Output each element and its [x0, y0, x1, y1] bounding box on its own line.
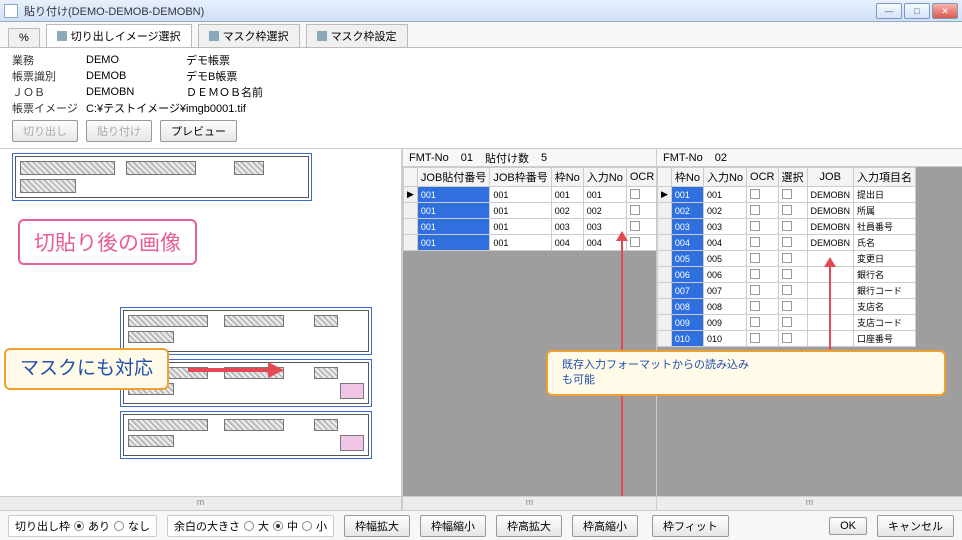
info-value: DEMOB [86, 70, 186, 82]
grid-2[interactable]: 枠No入力NoOCR選択JOB入力項目名▶001001DEMOBN提出日0020… [657, 167, 916, 347]
table-row[interactable]: 001001002002所属 [404, 203, 657, 219]
cancel-button[interactable]: キャンセル [877, 515, 954, 537]
table-row[interactable]: ▶001001DEMOBN提出日 [658, 187, 916, 203]
tab-mask-select[interactable]: マスク枠選択 [198, 24, 300, 47]
bottom-bar: 切り出し枠 あり なし 余白の大きさ 大 中 小 枠幅拡大 枠幅縮小 枠高拡大 … [0, 510, 962, 540]
info-label: ＪＯＢ [12, 84, 86, 100]
fmt-no: 01 [461, 152, 473, 164]
group-label: 切り出し枠 [15, 518, 70, 534]
margin-group: 余白の大きさ 大 中 小 [167, 515, 334, 537]
radio-no-frame[interactable] [114, 521, 124, 531]
info-value: ＤＥＭＯＢ名前 [186, 84, 263, 100]
frame-height-enlarge-button[interactable]: 枠高拡大 [496, 515, 562, 537]
cut-button[interactable]: 切り出し [12, 120, 78, 142]
callout-mask: マスクにも対応 [4, 348, 169, 390]
info-value: デモ帳票 [186, 52, 230, 68]
frame-width-shrink-button[interactable]: 枠幅縮小 [420, 515, 486, 537]
radio-large[interactable] [244, 521, 254, 531]
scrollbar[interactable]: m [0, 496, 401, 510]
radio-has-frame[interactable] [74, 521, 84, 531]
maximize-button[interactable]: □ [904, 3, 930, 19]
arrow-icon [188, 364, 298, 376]
radio-medium[interactable] [273, 521, 283, 531]
frame-width-enlarge-button[interactable]: 枠幅拡大 [344, 515, 410, 537]
count-value: 5 [541, 152, 547, 164]
paste-button[interactable]: 貼り付け [86, 120, 152, 142]
scrollbar[interactable]: m [403, 496, 656, 510]
callout-existing-format: 既存入力フォーマットからの読み込み も可能 [546, 350, 946, 396]
table-row[interactable]: 009009支店コード [658, 315, 916, 331]
scrollbar[interactable]: m [657, 496, 962, 510]
table-row[interactable]: 008008支店名 [658, 299, 916, 315]
app-icon [4, 4, 18, 18]
window-title: 貼り付け(DEMO-DEMOB-DEMOBN) [24, 3, 876, 19]
info-label: 帳票識別 [12, 68, 86, 84]
table-row[interactable]: 010010口座番号 [658, 331, 916, 347]
info-value: DEMOBN [86, 86, 186, 98]
frame-fit-button[interactable]: 枠フィット [652, 515, 729, 537]
fmt-label: FMT-No [663, 152, 703, 164]
table-row[interactable]: 003003DEMOBN社員番号 [658, 219, 916, 235]
info-label: 業務 [12, 52, 86, 68]
action-bar: 切り出し 貼り付け プレビュー [0, 118, 962, 148]
form-image-4[interactable] [120, 411, 372, 459]
tab-icon [57, 31, 67, 41]
tab-icon [317, 31, 327, 41]
info-panel: 業務DEMOデモ帳票 帳票識別DEMOBデモB帳票 ＪＯＢDEMOBNＤＥＭＯＢ… [0, 48, 962, 118]
table-row[interactable]: 005005変更日 [658, 251, 916, 267]
form-image-1[interactable] [12, 153, 312, 201]
tab-percent[interactable]: % [8, 28, 40, 47]
table-row[interactable]: 006006銀行名 [658, 267, 916, 283]
fmt-label: FMT-No [409, 152, 449, 164]
ok-button[interactable]: OK [829, 517, 867, 535]
info-value: DEMO [86, 54, 186, 66]
tab-strip: % 切り出しイメージ選択 マスク枠選択 マスク枠設定 [0, 22, 962, 48]
info-value: C:¥テストイメージ¥imgb0001.tif [86, 100, 246, 116]
tab-icon [209, 31, 219, 41]
count-label: 貼付け数 [485, 150, 529, 166]
titlebar: 貼り付け(DEMO-DEMOB-DEMOBN) — □ ✕ [0, 0, 962, 22]
info-label: 帳票イメージ [12, 100, 86, 116]
main-area: m FMT-No 01 貼付け数 5 JOB貼付番号JOB枠番号枠No入力NoO… [0, 148, 962, 510]
close-button[interactable]: ✕ [932, 3, 958, 19]
radio-small[interactable] [302, 521, 312, 531]
tab-cut-image[interactable]: 切り出しイメージ選択 [46, 24, 192, 47]
table-row[interactable]: ▶001001001001提出日 [404, 187, 657, 203]
cut-frame-group: 切り出し枠 あり なし [8, 515, 157, 537]
table-row[interactable]: 004004DEMOBN氏名 [658, 235, 916, 251]
grid-pane-2: FMT-No 02 枠No入力NoOCR選択JOB入力項目名▶001001DEM… [656, 149, 962, 510]
tab-mask-config[interactable]: マスク枠設定 [306, 24, 408, 47]
preview-pane: m [0, 149, 402, 510]
table-row[interactable]: 002002DEMOBN所属 [658, 203, 916, 219]
group-label: 余白の大きさ [174, 518, 240, 534]
fmt-no: 02 [715, 152, 727, 164]
preview-button[interactable]: プレビュー [160, 120, 237, 142]
frame-height-shrink-button[interactable]: 枠高縮小 [572, 515, 638, 537]
info-value: デモB帳票 [186, 68, 237, 84]
minimize-button[interactable]: — [876, 3, 902, 19]
callout-after-paste: 切貼り後の画像 [18, 219, 197, 265]
grid-pane-1: FMT-No 01 貼付け数 5 JOB貼付番号JOB枠番号枠No入力NoOCR… [402, 149, 656, 510]
table-row[interactable]: 007007銀行コード [658, 283, 916, 299]
